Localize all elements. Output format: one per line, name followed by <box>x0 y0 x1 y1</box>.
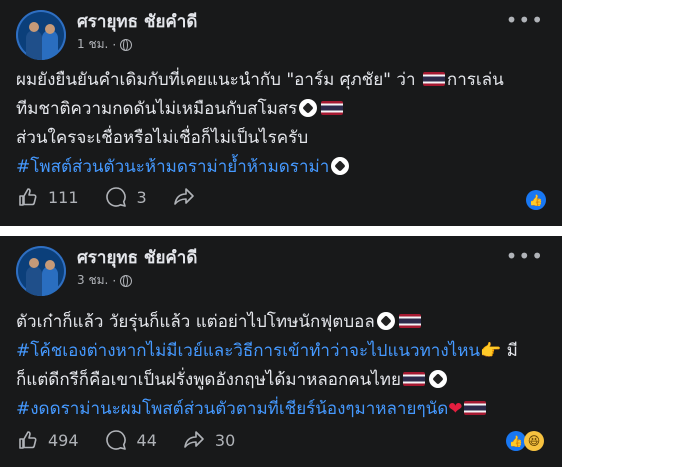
like-count: 494 <box>48 430 79 450</box>
divider <box>0 226 700 236</box>
post-time[interactable]: 3 ชม. <box>77 271 108 290</box>
thai-flag-icon <box>464 401 487 415</box>
avatar[interactable] <box>16 10 66 60</box>
like-reaction-icon[interactable]: 👍 <box>526 190 546 210</box>
thumbs-up-icon <box>19 431 37 449</box>
action-bar: 111 3 <box>18 186 221 208</box>
hashtag-link[interactable]: #โค้ชเองต่างหากไม่มีเวย์และวิธีการเข้าทำ… <box>16 341 480 361</box>
author-name[interactable]: ศรายุทธ ชัยคำดี <box>77 244 197 271</box>
thumbs-up-icon <box>19 188 37 206</box>
like-button[interactable]: 111 <box>18 187 79 207</box>
hashtag-link[interactable]: #งดดราม่านะผมโพสต์ส่วนตัวตามที่เชียร์น้อ… <box>16 399 448 419</box>
comment-button[interactable]: 44 <box>105 429 157 451</box>
share-button[interactable]: 30 <box>183 430 235 450</box>
soccer-ball-icon <box>331 157 350 175</box>
globe-icon <box>120 38 133 51</box>
share-count: 30 <box>214 430 236 450</box>
thai-flag-icon <box>402 372 425 386</box>
thai-flag-icon <box>422 72 445 86</box>
more-options-icon[interactable]: ••• <box>506 244 544 268</box>
post-time[interactable]: 1 ชม. <box>77 35 108 54</box>
like-reaction-icon[interactable]: 👍 <box>506 431 526 451</box>
comment-icon <box>105 187 126 207</box>
thai-flag-icon <box>398 314 421 328</box>
haha-reaction-icon[interactable]: 😆 <box>524 431 544 451</box>
like-button[interactable]: 494 <box>18 430 79 450</box>
share-button[interactable] <box>173 187 195 207</box>
share-icon <box>173 188 194 205</box>
globe-icon <box>120 274 133 287</box>
soccer-ball-icon <box>299 99 318 117</box>
hashtag-link[interactable]: #โพสต์ส่วนตัวนะห้ามดราม่าย้ำห้ามดราม่า <box>16 157 329 177</box>
action-bar: 494 44 30 <box>18 429 261 451</box>
heart-icon: ❤ <box>448 399 463 419</box>
comment-button[interactable]: 3 <box>105 186 147 208</box>
pointing-hand-icon: 👉 <box>480 341 502 361</box>
comment-icon <box>105 430 126 450</box>
soccer-ball-icon <box>428 370 447 388</box>
more-options-icon[interactable]: ••• <box>506 8 544 32</box>
post-card-1: ศรายุทธ ชัยคำดี 1 ชม. · ••• ผมยังยืนยันค… <box>0 0 562 226</box>
post-card-2: ศรายุทธ ชัยคำดี 3 ชม. · ••• ตัวเก๋าก็แล้… <box>0 236 562 467</box>
avatar[interactable] <box>16 246 66 296</box>
post-text: ตัวเก๋าก็แล้ว วัยรุ่นก็แล้ว แต่อย่าไปโทษ… <box>16 312 518 419</box>
comment-count: 3 <box>136 187 147 207</box>
author-name[interactable]: ศรายุทธ ชัยคำดี <box>77 8 197 35</box>
thai-flag-icon <box>321 101 344 115</box>
share-icon <box>184 431 204 448</box>
like-count: 111 <box>48 187 79 207</box>
post-meta: 1 ชม. · <box>77 35 133 54</box>
comment-count: 44 <box>136 430 157 450</box>
post-meta: 3 ชม. · <box>77 271 133 290</box>
post-text: ผมยังยืนยันคำเดิมกับที่เคยแนะนำกับ "อาร์… <box>16 70 504 177</box>
soccer-ball-icon <box>376 312 395 330</box>
